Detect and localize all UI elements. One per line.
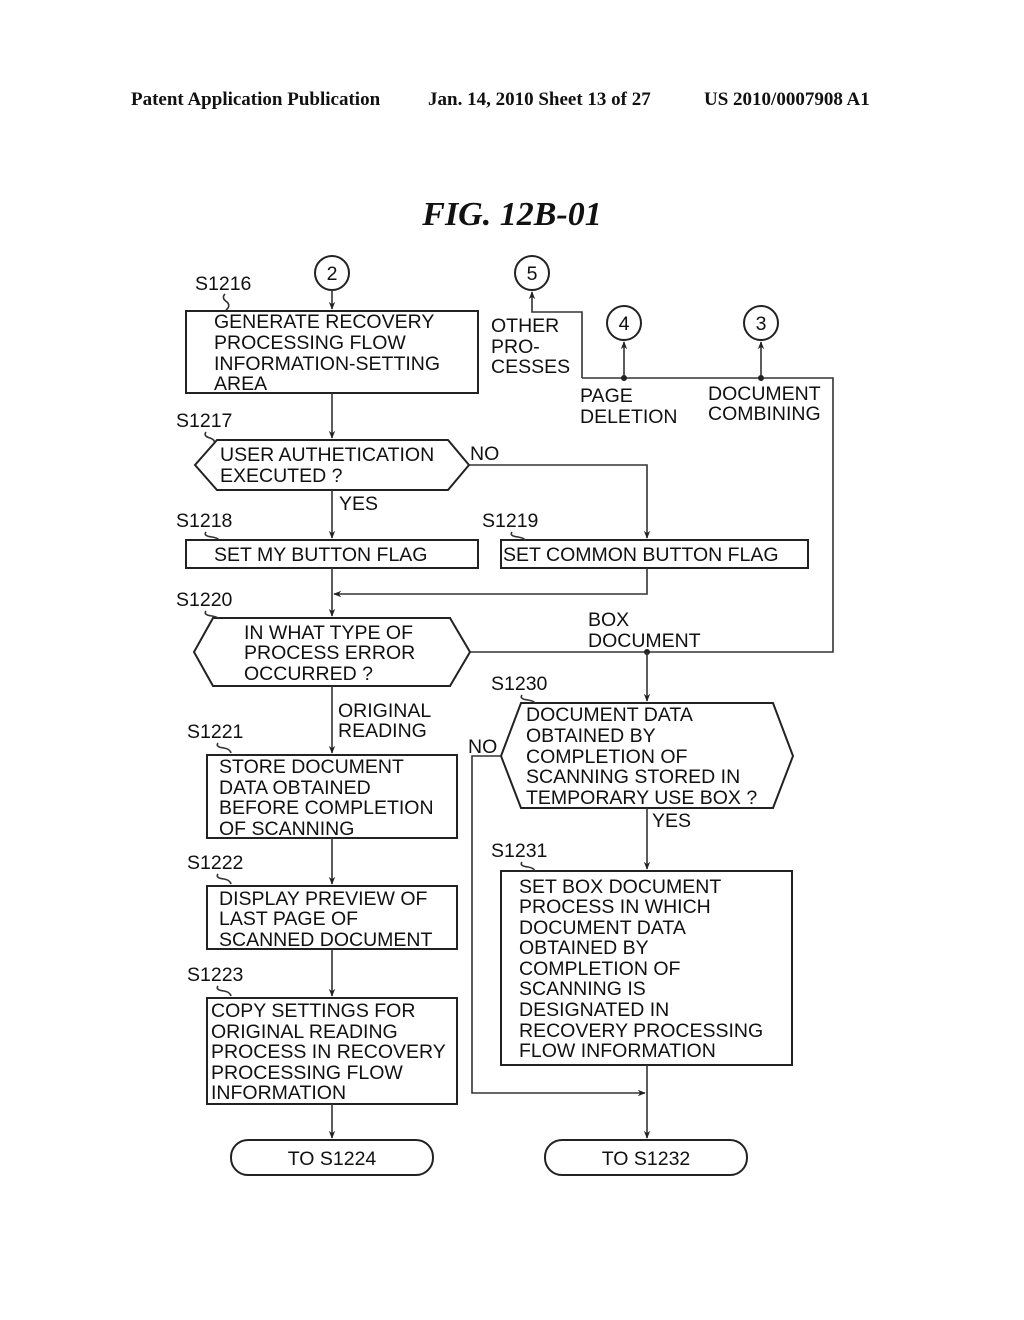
branch-label-yes: YES xyxy=(652,810,691,832)
leader-squiggle xyxy=(520,861,536,872)
text-line: ORIGINAL READING xyxy=(211,1021,398,1043)
text-line: COPY SETTINGS FOR xyxy=(211,1000,415,1022)
step-id-s1217: S1217 xyxy=(176,410,232,432)
text-line: BEFORE COMPLETION xyxy=(219,797,434,819)
text-line: PROCESS IN WHICH xyxy=(519,896,711,918)
text-line: AREA xyxy=(214,373,267,395)
text-line: DOCUMENT DATA xyxy=(519,917,686,939)
branch-label-page-deletion: PAGE xyxy=(580,385,633,407)
connector-4: 4 xyxy=(606,305,642,341)
leader-squiggle xyxy=(510,531,526,541)
text-line: OBTAINED BY xyxy=(519,937,649,959)
leader-squiggle xyxy=(520,694,536,704)
text-line: FLOW INFORMATION xyxy=(519,1040,716,1062)
text-line: SCANNING IS xyxy=(519,978,646,1000)
flowchart: 2 5 4 3 S1216 GENERATE RECOVERY PROCESSI… xyxy=(176,255,834,1176)
text-line: OF SCANNING xyxy=(219,818,354,840)
text-line: SET COMMON BUTTON FLAG xyxy=(503,544,779,566)
branch-label-original-reading: READING xyxy=(338,720,427,742)
text-line: IN WHAT TYPE OF xyxy=(244,622,413,644)
step-id-s1222: S1222 xyxy=(187,852,243,874)
text-line: PROCESS IN RECOVERY xyxy=(211,1041,446,1063)
connector-2-label: 2 xyxy=(327,263,338,285)
step-id-s1221: S1221 xyxy=(187,721,243,743)
text-line: RECOVERY PROCESSING xyxy=(519,1020,763,1042)
junction-dot xyxy=(758,375,764,381)
step-id-s1218: S1218 xyxy=(176,510,232,532)
connector-3: 3 xyxy=(743,305,779,341)
terminal-label: TO S1224 xyxy=(288,1148,377,1170)
branch-label-no: NO xyxy=(468,736,497,758)
text-line: DOCUMENT DATA xyxy=(526,704,693,726)
text-line: USER AUTHETICATION xyxy=(220,444,434,466)
text-line: TEMPORARY USE BOX ? xyxy=(526,787,757,809)
step-id-s1223: S1223 xyxy=(187,964,243,986)
branch-label-yes: YES xyxy=(339,493,378,515)
text-line: DATA OBTAINED xyxy=(219,777,371,799)
step-id-s1219: S1219 xyxy=(482,510,538,532)
leader-squiggle xyxy=(204,531,220,541)
text-line: SCANNING STORED IN xyxy=(526,766,740,788)
leader-squiggle xyxy=(204,431,215,443)
text-line: PROCESS ERROR xyxy=(244,642,415,664)
branch-label-original-reading: ORIGINAL xyxy=(338,700,431,722)
leader-squiggle xyxy=(216,742,232,754)
branch-label-page-deletion: DELETION xyxy=(580,406,678,428)
branch-label-no: NO xyxy=(470,443,499,465)
connector-5: 5 xyxy=(514,255,550,291)
text-line: PROCESSING FLOW xyxy=(211,1062,403,1084)
text-line: SET MY BUTTON FLAG xyxy=(214,544,427,566)
text-line: OBTAINED BY xyxy=(526,725,656,747)
text-line: INFORMATION xyxy=(211,1082,346,1104)
step-id-s1231: S1231 xyxy=(491,840,547,862)
text-line: DISPLAY PREVIEW OF xyxy=(219,888,428,910)
leader-squiggle xyxy=(222,293,230,311)
terminal-label: TO S1232 xyxy=(602,1148,691,1170)
text-line: SET BOX DOCUMENT xyxy=(519,876,721,898)
leader-squiggle xyxy=(216,985,232,997)
step-id-s1220: S1220 xyxy=(176,589,233,611)
step-id-s1216: S1216 xyxy=(195,273,251,295)
connector-4-label: 4 xyxy=(619,313,630,335)
branch-label-other-processes: OTHER xyxy=(491,315,559,337)
connector-2: 2 xyxy=(314,255,350,291)
text-line: PROCESSING FLOW xyxy=(214,332,406,354)
branch-label-document-combining: COMBINING xyxy=(708,403,821,425)
text-line: STORE DOCUMENT xyxy=(219,756,404,778)
text-line: INFORMATION-SETTING xyxy=(214,353,440,375)
text-line: LAST PAGE OF xyxy=(219,908,358,930)
text-line: COMPLETION OF xyxy=(519,958,681,980)
connector-3-label: 3 xyxy=(756,313,767,335)
branch-label-other-processes: CESSES xyxy=(491,356,570,378)
text-line: GENERATE RECOVERY xyxy=(214,311,434,333)
leader-squiggle xyxy=(216,873,232,885)
text-line: DESIGNATED IN xyxy=(519,999,669,1021)
edge-s1219-merge xyxy=(333,568,648,598)
text-line: OCCURRED ? xyxy=(244,663,373,685)
junction-dot xyxy=(621,375,627,381)
branch-label-other-processes: PRO- xyxy=(491,336,540,358)
branch-label-document-combining: DOCUMENT xyxy=(708,383,821,405)
branch-label-box-document: BOX xyxy=(588,609,629,631)
connector-5-label: 5 xyxy=(527,263,538,285)
text-line: EXECUTED ? xyxy=(220,465,343,487)
step-id-s1230: S1230 xyxy=(491,673,548,695)
text-line: COMPLETION OF xyxy=(526,746,688,768)
text-line: SCANNED DOCUMENT xyxy=(219,929,433,951)
branch-label-box-document: DOCUMENT xyxy=(588,630,701,652)
